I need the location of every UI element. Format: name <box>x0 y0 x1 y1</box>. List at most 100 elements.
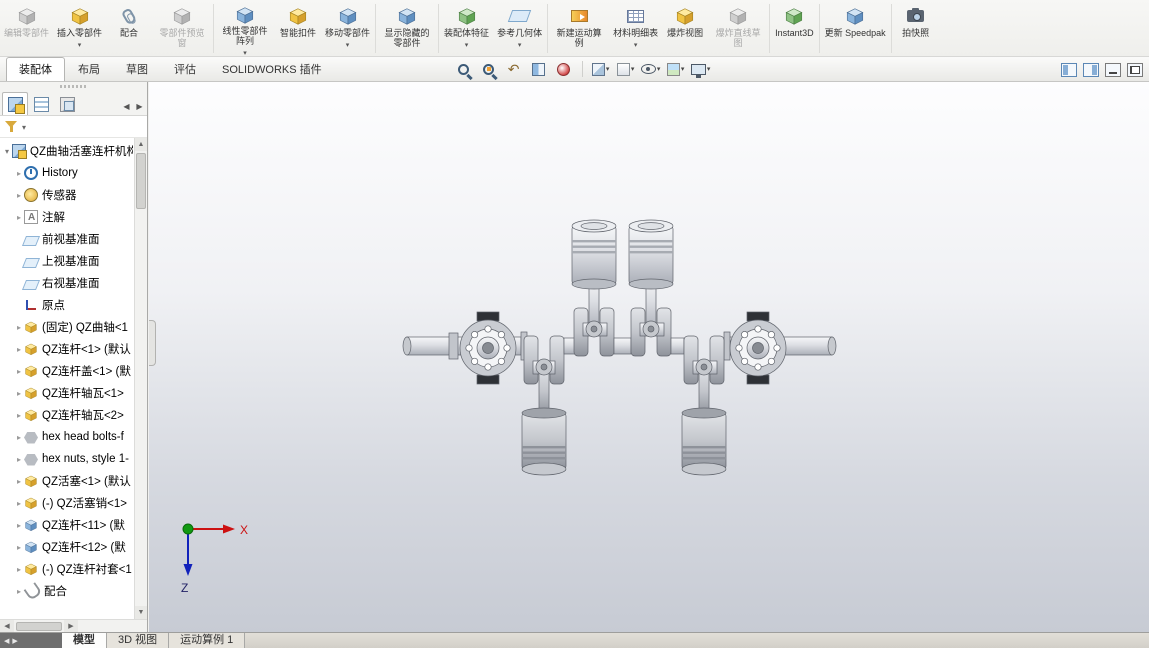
featuremanager-tab[interactable] <box>2 92 28 115</box>
expand-icon[interactable] <box>14 475 24 487</box>
ribbon-button-linear-component-pattern[interactable]: 线性零部件阵列 <box>215 1 275 56</box>
ribbon-button-smart-fasteners[interactable]: 智能扣件 <box>275 1 321 56</box>
tree-item-mates[interactable]: 配合 <box>0 580 133 602</box>
tree-root-assembly[interactable]: QZ曲轴活塞连杆机构 <box>0 140 133 162</box>
bottom-tab-model[interactable]: 模型 <box>62 633 107 648</box>
edit-appearance-icon[interactable] <box>553 59 575 79</box>
tree-item-front-plane[interactable]: 前视基准面 <box>0 228 133 250</box>
ribbon-button-reference-geometry[interactable]: 参考几何体 <box>493 1 546 56</box>
bottom-tab-motion-study-1[interactable]: 运动算例 1 <box>169 633 245 648</box>
expand-icon[interactable] <box>14 211 24 223</box>
ribbon-button-mate[interactable]: 配合 <box>106 1 152 56</box>
expand-icon[interactable] <box>14 387 24 399</box>
ribbon-button-move-component[interactable]: 移动零部件 <box>321 1 374 56</box>
view-orientation-icon[interactable] <box>590 59 612 79</box>
ribbon-button-update-speedpak[interactable]: 更新 Speedpak <box>821 1 890 56</box>
tab-scroll-left-icon[interactable] <box>121 102 132 111</box>
take-snapshot-icon <box>907 5 924 27</box>
tab-layout[interactable]: 布局 <box>65 57 113 81</box>
scroll-right-icon[interactable] <box>64 620 78 632</box>
tree-item-annotations[interactable]: 注解 <box>0 206 133 228</box>
tab-sketch[interactable]: 草图 <box>113 57 161 81</box>
ribbon-button-show-hidden-components[interactable]: 显示隐藏的零部件 <box>377 1 437 56</box>
expand-icon[interactable] <box>14 585 24 597</box>
scroll-up-icon[interactable] <box>135 138 147 151</box>
expand-icon[interactable] <box>14 453 24 465</box>
tree-item-piston-1[interactable]: QZ活塞<1> (默认 <box>0 470 133 492</box>
tree-item-connecting-rod-1[interactable]: QZ连杆<1> (默认 <box>0 338 133 360</box>
hide-show-items-icon[interactable] <box>640 59 662 79</box>
display-style-icon[interactable] <box>615 59 637 79</box>
scrollbar-thumb[interactable] <box>136 153 146 209</box>
expand-icon[interactable] <box>14 167 24 179</box>
collapse-right-pane-icon[interactable] <box>1083 63 1099 77</box>
view-settings-icon[interactable] <box>690 59 712 79</box>
tab-scroll-right-icon[interactable] <box>134 102 145 111</box>
tree-item-rod-bearing-2[interactable]: QZ连杆轴瓦<2> <box>0 404 133 426</box>
bottom-tab-3d-views[interactable]: 3D 视图 <box>107 633 169 648</box>
expand-icon[interactable] <box>14 409 24 421</box>
ribbon-button-new-motion-study[interactable]: 新建运动算例 <box>549 1 609 56</box>
tree-item-connecting-rod-12[interactable]: QZ连杆<12> (默 <box>0 536 133 558</box>
tree-item-connecting-rod-11[interactable]: QZ连杆<11> (默 <box>0 514 133 536</box>
ribbon-button-edit-component[interactable]: 编辑零部件 <box>0 1 53 56</box>
ribbon-button-label: Instant3D <box>775 28 814 38</box>
tree-item-hex-head-bolts[interactable]: hex head bolts-f <box>0 426 133 448</box>
expand-icon[interactable] <box>14 365 24 377</box>
tree-item-piston-pin-1[interactable]: (-) QZ活塞销<1> <box>0 492 133 514</box>
propertymanager-tab[interactable] <box>28 92 54 115</box>
expand-icon[interactable] <box>14 189 24 201</box>
scrollbar-thumb[interactable] <box>16 622 62 631</box>
tree-item-top-plane[interactable]: 上视基准面 <box>0 250 133 272</box>
tree-item-history[interactable]: History <box>0 162 133 184</box>
pane-scroll-right-icon[interactable] <box>12 637 17 645</box>
tree-item-sensors[interactable]: 传感器 <box>0 184 133 206</box>
tree-item-rod-bearing-1[interactable]: QZ连杆轴瓦<1> <box>0 382 133 404</box>
apply-scene-icon[interactable] <box>665 59 687 79</box>
tree-item-crankshaft[interactable]: (固定) QZ曲轴<1 <box>0 316 133 338</box>
expand-icon[interactable] <box>14 519 24 531</box>
expand-icon[interactable] <box>2 145 12 157</box>
ribbon-button-exploded-view[interactable]: 爆炸视图 <box>662 1 708 56</box>
scroll-down-icon[interactable] <box>135 606 147 619</box>
ribbon-button-take-snapshot[interactable]: 拍快照 <box>893 1 939 56</box>
tab-assembly[interactable]: 装配体 <box>6 57 65 81</box>
expand-icon[interactable] <box>14 321 24 333</box>
ribbon-button-component-preview-window[interactable]: 零部件预览窗 <box>152 1 212 56</box>
previous-view-icon[interactable] <box>503 59 525 79</box>
scroll-left-icon[interactable] <box>0 620 14 632</box>
configurationmanager-tab[interactable] <box>54 92 80 115</box>
zoom-to-area-icon[interactable] <box>478 59 500 79</box>
restore-icon[interactable] <box>1127 63 1143 77</box>
section-view-icon[interactable] <box>528 59 550 79</box>
expand-icon[interactable] <box>14 563 24 575</box>
panel-grip[interactable] <box>0 82 147 90</box>
tree-filter-row[interactable] <box>0 116 147 138</box>
ribbon-button-insert-component[interactable]: 插入零部件 <box>53 1 106 56</box>
expand-icon[interactable] <box>14 541 24 553</box>
tree-item-hex-nuts[interactable]: hex nuts, style 1- <box>0 448 133 470</box>
tab-evaluate[interactable]: 评估 <box>161 57 209 81</box>
ribbon-button-explode-line-sketch[interactable]: 爆炸直线草图 <box>708 1 768 56</box>
tree-item-right-plane[interactable]: 右视基准面 <box>0 272 133 294</box>
ribbon-button-bill-of-materials[interactable]: 材料明细表 <box>609 1 662 56</box>
pane-scroll-left-icon[interactable] <box>4 637 9 645</box>
minimize-icon[interactable] <box>1105 63 1121 77</box>
expand-icon[interactable] <box>14 431 24 443</box>
tree-item-origin[interactable]: 原点 <box>0 294 133 316</box>
tree-vertical-scrollbar[interactable] <box>134 138 147 619</box>
graphics-area[interactable]: X Z <box>149 82 1149 632</box>
tree-horizontal-scrollbar[interactable] <box>0 619 147 632</box>
tab-solidworks-addins[interactable]: SOLIDWORKS 插件 <box>209 57 335 81</box>
zoom-fit-icon[interactable] <box>453 59 475 79</box>
tree-item-rod-cap-1[interactable]: QZ连杆盖<1> (默 <box>0 360 133 382</box>
assembly-model[interactable] <box>149 82 1149 632</box>
expand-icon[interactable] <box>14 343 24 355</box>
tree-item-label: (-) QZ连杆衬套<1 <box>42 561 132 577</box>
expand-icon[interactable] <box>14 497 24 509</box>
tree-item-label: QZ连杆<1> (默认 <box>42 341 131 357</box>
ribbon-button-assembly-features[interactable]: 装配体特征 <box>440 1 493 56</box>
collapse-left-pane-icon[interactable] <box>1061 63 1077 77</box>
tree-item-rod-bushing-1[interactable]: (-) QZ连杆衬套<1 <box>0 558 133 580</box>
ribbon-button-instant3d[interactable]: Instant3D <box>771 1 818 56</box>
